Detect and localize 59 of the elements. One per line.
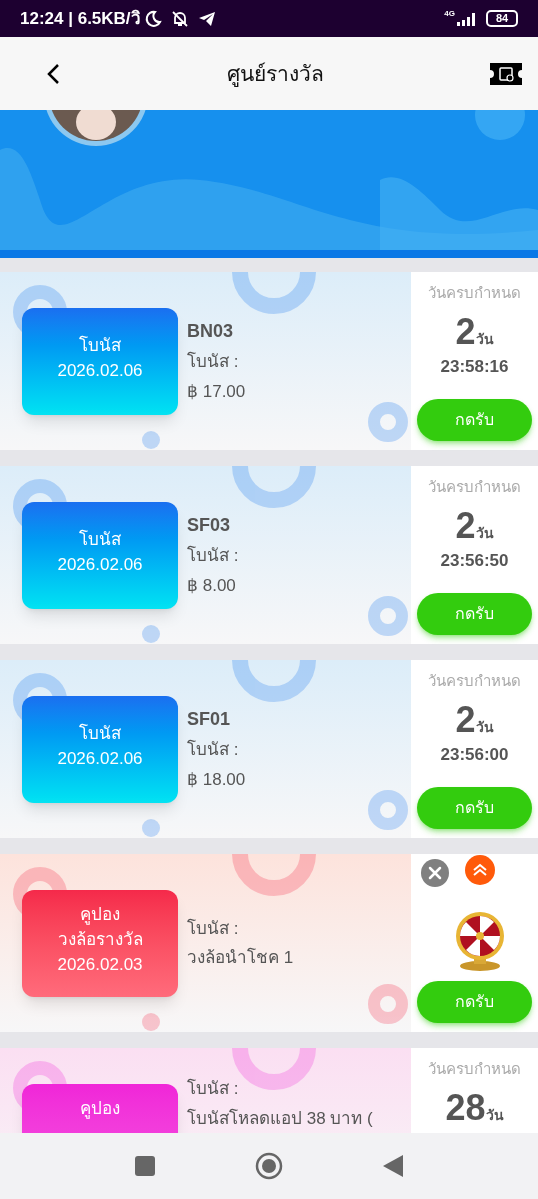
badge-text: คูปอง	[80, 1097, 120, 1119]
reward-code: BN03	[187, 320, 235, 343]
ticket-icon[interactable]	[490, 62, 522, 85]
badge-text: 2026.02.06	[57, 359, 143, 381]
battery-level: 84	[495, 13, 509, 24]
deadline-label: วันครบกำหนด	[428, 478, 521, 495]
reward-text: โบนัส :	[187, 544, 239, 567]
days-count: 2	[455, 314, 476, 350]
network-type: 4G	[444, 8, 455, 20]
badge-text: โบนัส	[79, 334, 121, 356]
reward-text: โบนัส :	[187, 738, 240, 761]
countdown-time: 23:56:50	[440, 550, 509, 572]
home-icon[interactable]	[255, 1152, 283, 1180]
double-chevron-up-icon	[472, 863, 488, 877]
close-button[interactable]	[421, 859, 449, 887]
reward-text: โบนัส :	[187, 1077, 240, 1100]
reward-code: SF03	[187, 514, 232, 537]
countdown-time: 23:58:16	[440, 356, 509, 378]
reward-code: SF01	[187, 708, 232, 731]
badge-text: วงล้อรางวัล	[57, 928, 143, 950]
badge-text: โบนัส	[79, 528, 121, 550]
deadline-label: วันครบกำหนด	[428, 672, 521, 689]
page-title: ศูนย์รางวัล	[225, 60, 325, 89]
reward-text: โบนัส :	[187, 917, 240, 940]
days-unit: วัน	[475, 331, 494, 349]
bell-off-icon	[169, 9, 190, 28]
badge-text: 2026.02.03	[57, 954, 143, 976]
days-unit: วัน	[485, 1107, 504, 1125]
claim-button[interactable]: กดรับ	[417, 787, 532, 829]
reward-text: โบนัสโหลดแอป 38 บาท (	[187, 1107, 373, 1130]
prize-wheel-icon[interactable]	[454, 910, 506, 972]
back-nav-icon[interactable]	[383, 1155, 403, 1177]
close-icon	[428, 866, 442, 880]
badge-text: 2026.02.06	[57, 747, 143, 769]
claim-button[interactable]: กดรับ	[417, 981, 532, 1023]
scroll-up-button[interactable]	[465, 855, 495, 885]
deadline-label: วันครบกำหนด	[428, 284, 521, 301]
status-time: 12:24 | 6.5KB/วิ	[20, 7, 141, 30]
days-count: 2	[455, 508, 476, 544]
days-count: 2	[455, 702, 476, 738]
countdown-time: 23:56:00	[440, 744, 509, 766]
send-icon	[197, 10, 216, 27]
reward-text: โบนัส :	[187, 350, 240, 373]
days-unit: วัน	[475, 719, 494, 737]
deadline-label: วันครบกำหนด	[428, 1060, 521, 1077]
reward-text: วงล้อนำโชค 1	[187, 946, 294, 969]
signal-icon	[456, 11, 478, 26]
moon-icon	[143, 9, 162, 28]
claim-button[interactable]: กดรับ	[417, 399, 532, 441]
badge-text: 2026.02.06	[57, 553, 143, 575]
badge-text: คูปอง	[80, 903, 120, 925]
claim-button[interactable]: กดรับ	[417, 593, 532, 635]
back-icon[interactable]	[46, 62, 60, 85]
reward-text: ฿ 18.00	[187, 768, 246, 791]
days-count: 28	[445, 1090, 486, 1126]
days-unit: วัน	[475, 525, 494, 543]
reward-text: ฿ 8.00	[187, 574, 237, 597]
reward-text: ฿ 17.00	[187, 380, 246, 403]
badge-text: โบนัส	[79, 722, 121, 744]
